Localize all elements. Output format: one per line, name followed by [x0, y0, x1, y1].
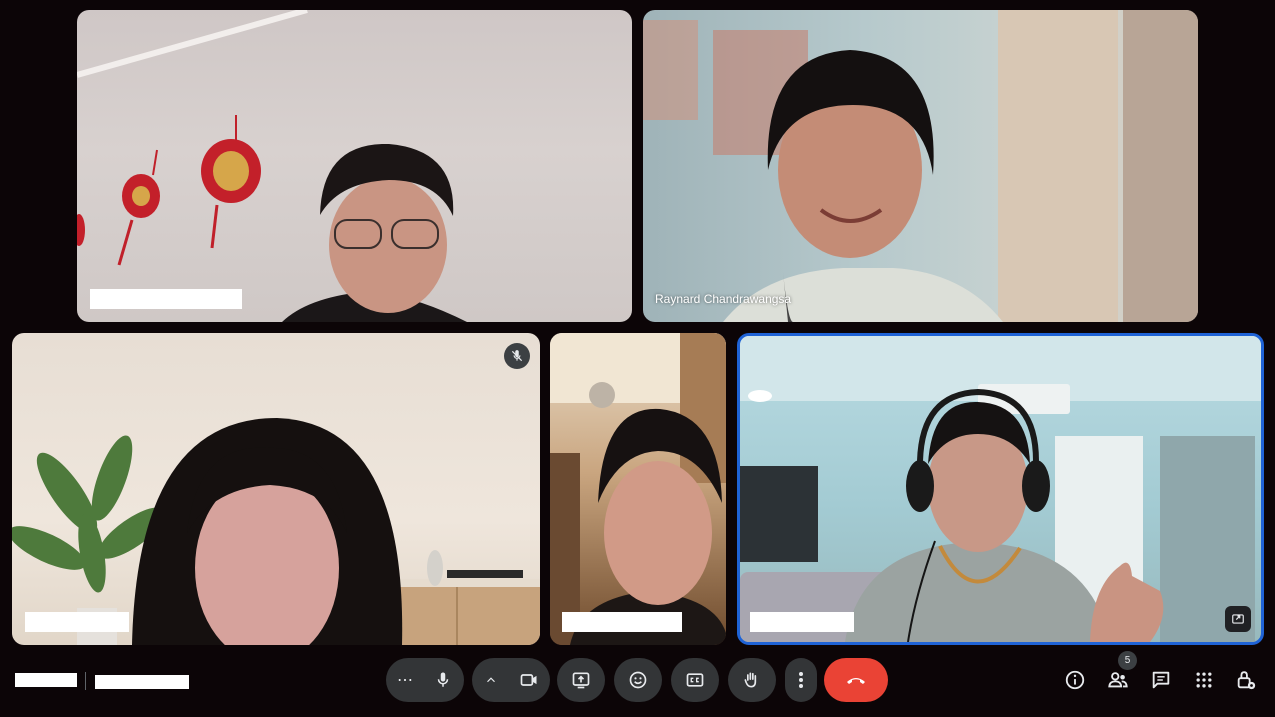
- microphone-icon: [437, 672, 449, 687]
- mic-off-icon: [511, 350, 523, 362]
- participant-tile-5[interactable]: [737, 333, 1264, 645]
- more-horiz-icon: ⋯: [397, 672, 413, 689]
- muted-indicator: [504, 343, 530, 369]
- apps-grid-icon: [1196, 672, 1212, 688]
- participant-name: Raynard Chandrawangsa: [655, 292, 792, 306]
- lock-settings-icon: [1237, 671, 1256, 690]
- meeting-code-redacted: [95, 675, 189, 689]
- meeting-info-divider: [85, 672, 86, 690]
- chat-button[interactable]: [1145, 664, 1177, 696]
- call-end-icon: [847, 678, 865, 684]
- more-vert-icon: [799, 672, 803, 688]
- picture-in-picture-icon: [1232, 614, 1244, 624]
- present-screen-icon: [572, 672, 590, 689]
- tile-5-scene: [740, 336, 1261, 642]
- emoji-icon: [629, 671, 647, 689]
- tile-1-scene: [77, 10, 467, 322]
- info-icon: [1065, 670, 1085, 690]
- people-icon: [1108, 672, 1128, 688]
- meeting-time-redacted: [15, 673, 77, 687]
- leave-call-button[interactable]: [824, 658, 888, 702]
- tile-3-scene: [12, 418, 540, 645]
- chat-icon: [1152, 671, 1170, 689]
- video-options-button[interactable]: [472, 658, 510, 702]
- audio-options-button[interactable]: ⋯: [386, 658, 424, 702]
- present-button[interactable]: [557, 658, 605, 702]
- name-label-redacted: [90, 289, 242, 309]
- host-controls-button[interactable]: [1230, 664, 1262, 696]
- closed-captions-icon: [686, 673, 704, 687]
- chevron-up-icon: [487, 677, 495, 683]
- captions-button[interactable]: [671, 658, 719, 702]
- activities-button[interactable]: [1188, 664, 1220, 696]
- people-button[interactable]: [1102, 664, 1134, 696]
- tile-4-scene: [550, 333, 726, 645]
- participant-tile-2[interactable]: Raynard Chandrawangsa: [643, 10, 1198, 322]
- mic-control-group: ⋯: [386, 658, 464, 702]
- participant-tile-1[interactable]: [77, 10, 632, 322]
- name-label-redacted: [25, 612, 129, 632]
- camera-control-group: [472, 658, 550, 702]
- participant-tile-4[interactable]: [550, 333, 726, 645]
- reactions-button[interactable]: [614, 658, 662, 702]
- name-label-redacted: [562, 612, 682, 632]
- participant-tile-3[interactable]: [12, 333, 540, 645]
- name-label-redacted: [750, 612, 854, 632]
- microphone-button[interactable]: [424, 658, 462, 702]
- videocam-icon: [520, 674, 537, 686]
- camera-button[interactable]: [510, 658, 548, 702]
- pin-expand-button[interactable]: [1225, 606, 1251, 632]
- tile-2-scene: [643, 10, 1198, 322]
- meeting-details-button[interactable]: [1059, 664, 1091, 696]
- more-options-button[interactable]: [785, 658, 817, 702]
- raise-hand-button[interactable]: [728, 658, 776, 702]
- raise-hand-icon: [744, 672, 757, 688]
